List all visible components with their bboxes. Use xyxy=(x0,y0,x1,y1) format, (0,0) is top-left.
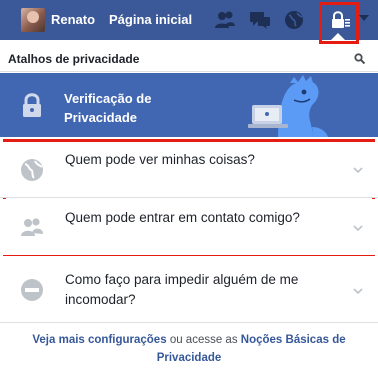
chevron-down-icon[interactable] xyxy=(353,223,363,233)
search-icon[interactable] xyxy=(354,53,365,64)
block-icon xyxy=(21,279,43,301)
friends-icon xyxy=(21,218,43,236)
privacy-shortcuts-header: Atalhos de privacidade xyxy=(0,44,378,72)
lock-icon xyxy=(23,93,41,117)
more-settings-link[interactable]: Veja mais configurações xyxy=(32,334,166,346)
friend-requests-icon[interactable] xyxy=(214,9,236,31)
privacy-footer: Veja mais configurações ou acesse as Noç… xyxy=(0,322,378,369)
who-can-see-label: Quem pode ver minhas coisas? xyxy=(65,152,255,167)
account-menu-dropdown-icon[interactable] xyxy=(358,12,370,24)
privacy-checkup-banner[interactable]: Verificação de Privacidade xyxy=(0,73,378,137)
block-someone-label: Como faço para impedir alguém de me inco… xyxy=(65,272,299,307)
footer-middle-text: ou acesse as xyxy=(169,334,238,346)
profile-link[interactable]: Renato xyxy=(51,12,95,27)
privacy-icon-highlight xyxy=(319,2,359,44)
who-can-contact-label: Quem pode entrar em contato comigo? xyxy=(65,210,300,225)
privacy-item-block[interactable]: Como faço para impedir alguém de me inco… xyxy=(0,262,378,318)
chevron-down-icon[interactable] xyxy=(353,286,363,296)
globe-icon xyxy=(21,159,43,181)
privacy-checkup-title: Verificação de Privacidade xyxy=(64,91,152,125)
messages-icon[interactable] xyxy=(249,9,271,31)
privacy-shortcuts-title: Atalhos de privacidade xyxy=(8,52,140,66)
notifications-globe-icon[interactable] xyxy=(283,9,305,31)
privacy-item-who-can-contact[interactable]: Quem pode entrar em contato comigo? xyxy=(0,199,378,255)
privacy-item-who-can-see[interactable]: Quem pode ver minhas coisas? xyxy=(0,142,378,198)
user-avatar[interactable] xyxy=(21,8,45,32)
privacy-dinosaur-illustration xyxy=(248,75,328,137)
chevron-down-icon[interactable] xyxy=(353,165,363,175)
home-link[interactable]: Página inicial xyxy=(109,12,192,27)
